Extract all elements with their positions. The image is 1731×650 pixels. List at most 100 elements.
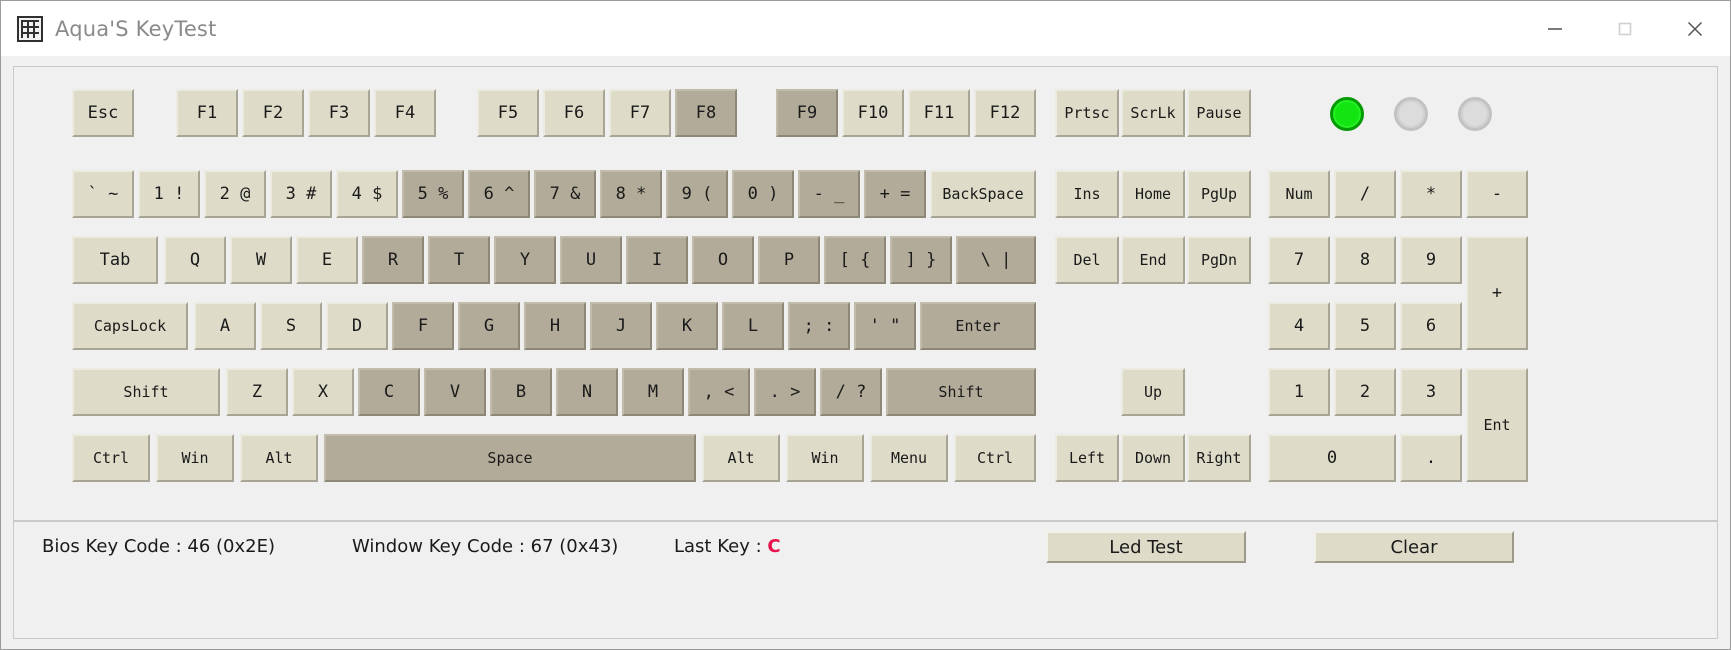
- key-f7[interactable]: F7: [609, 89, 671, 137]
- key-q[interactable]: Q: [164, 236, 226, 284]
- key-9[interactable]: 9: [1400, 236, 1462, 284]
- key-8[interactable]: 8 *: [600, 170, 662, 218]
- key-[interactable]: \ |: [956, 236, 1036, 284]
- key-g[interactable]: G: [458, 302, 520, 350]
- key-space[interactable]: Space: [324, 434, 696, 482]
- key-o[interactable]: O: [692, 236, 754, 284]
- key-d[interactable]: D: [326, 302, 388, 350]
- key-y[interactable]: Y: [494, 236, 556, 284]
- key-e[interactable]: E: [296, 236, 358, 284]
- key-7[interactable]: 7 &: [534, 170, 596, 218]
- key-f2[interactable]: F2: [242, 89, 304, 137]
- key-ctrl[interactable]: Ctrl: [954, 434, 1036, 482]
- key-[interactable]: ; :: [788, 302, 850, 350]
- key-z[interactable]: Z: [226, 368, 288, 416]
- key-p[interactable]: P: [758, 236, 820, 284]
- key-prtsc[interactable]: Prtsc: [1055, 89, 1119, 137]
- key-backspace[interactable]: BackSpace: [930, 170, 1036, 218]
- key-num[interactable]: Num: [1268, 170, 1330, 218]
- key-down[interactable]: Down: [1121, 434, 1185, 482]
- key-f[interactable]: F: [392, 302, 454, 350]
- key-del[interactable]: Del: [1055, 236, 1119, 284]
- key-u[interactable]: U: [560, 236, 622, 284]
- key-1[interactable]: 1 !: [138, 170, 200, 218]
- key-shift[interactable]: Shift: [72, 368, 220, 416]
- key-6[interactable]: 6 ^: [468, 170, 530, 218]
- clear-button[interactable]: Clear: [1314, 531, 1514, 563]
- minimize-icon[interactable]: [1520, 1, 1590, 56]
- key-f12[interactable]: F12: [974, 89, 1036, 137]
- key-win[interactable]: Win: [156, 434, 234, 482]
- key-f11[interactable]: F11: [908, 89, 970, 137]
- key-f5[interactable]: F5: [477, 89, 539, 137]
- key-home[interactable]: Home: [1121, 170, 1185, 218]
- key-x[interactable]: X: [292, 368, 354, 416]
- key-5[interactable]: 5: [1334, 302, 1396, 350]
- key-m[interactable]: M: [622, 368, 684, 416]
- key-[interactable]: + =: [864, 170, 926, 218]
- key-2[interactable]: 2 @: [204, 170, 266, 218]
- key-[interactable]: [ {: [824, 236, 886, 284]
- key-8[interactable]: 8: [1334, 236, 1396, 284]
- key-[interactable]: ' ": [854, 302, 916, 350]
- key-i[interactable]: I: [626, 236, 688, 284]
- key-up[interactable]: Up: [1121, 368, 1185, 416]
- key-ent[interactable]: Ent: [1466, 368, 1528, 482]
- key-menu[interactable]: Menu: [870, 434, 948, 482]
- led-test-button[interactable]: Led Test: [1046, 531, 1246, 563]
- key-right[interactable]: Right: [1187, 434, 1251, 482]
- key-v[interactable]: V: [424, 368, 486, 416]
- key-left[interactable]: Left: [1055, 434, 1119, 482]
- key-4[interactable]: 4 $: [336, 170, 398, 218]
- key-r[interactable]: R: [362, 236, 424, 284]
- key-3[interactable]: 3 #: [270, 170, 332, 218]
- key-l[interactable]: L: [722, 302, 784, 350]
- key-5[interactable]: 5 %: [402, 170, 464, 218]
- key-3[interactable]: 3: [1400, 368, 1462, 416]
- key-f9[interactable]: F9: [776, 89, 838, 137]
- key-6[interactable]: 6: [1400, 302, 1462, 350]
- key-f3[interactable]: F3: [308, 89, 370, 137]
- key-f4[interactable]: F4: [374, 89, 436, 137]
- key-[interactable]: .: [1400, 434, 1462, 482]
- key-k[interactable]: K: [656, 302, 718, 350]
- key-capslock[interactable]: CapsLock: [72, 302, 188, 350]
- key-[interactable]: -: [1466, 170, 1528, 218]
- key-f10[interactable]: F10: [842, 89, 904, 137]
- key-t[interactable]: T: [428, 236, 490, 284]
- key-f1[interactable]: F1: [176, 89, 238, 137]
- key-s[interactable]: S: [260, 302, 322, 350]
- key-shift[interactable]: Shift: [886, 368, 1036, 416]
- key-alt[interactable]: Alt: [702, 434, 780, 482]
- key-7[interactable]: 7: [1268, 236, 1330, 284]
- key-alt[interactable]: Alt: [240, 434, 318, 482]
- key-pgdn[interactable]: PgDn: [1187, 236, 1251, 284]
- key-2[interactable]: 2: [1334, 368, 1396, 416]
- key-[interactable]: ] }: [890, 236, 952, 284]
- key-ins[interactable]: Ins: [1055, 170, 1119, 218]
- key-[interactable]: / ?: [820, 368, 882, 416]
- key-tab[interactable]: Tab: [72, 236, 158, 284]
- key-enter[interactable]: Enter: [920, 302, 1036, 350]
- key-0[interactable]: 0 ): [732, 170, 794, 218]
- key-h[interactable]: H: [524, 302, 586, 350]
- key-[interactable]: , <: [688, 368, 750, 416]
- key-win[interactable]: Win: [786, 434, 864, 482]
- key-[interactable]: ` ~: [72, 170, 134, 218]
- key-4[interactable]: 4: [1268, 302, 1330, 350]
- key-[interactable]: - _: [798, 170, 860, 218]
- close-icon[interactable]: [1660, 1, 1730, 56]
- key-b[interactable]: B: [490, 368, 552, 416]
- key-j[interactable]: J: [590, 302, 652, 350]
- key-scrlk[interactable]: ScrLk: [1121, 89, 1185, 137]
- key-c[interactable]: C: [358, 368, 420, 416]
- key-0[interactable]: 0: [1268, 434, 1396, 482]
- maximize-icon[interactable]: [1590, 1, 1660, 56]
- key-n[interactable]: N: [556, 368, 618, 416]
- key-9[interactable]: 9 (: [666, 170, 728, 218]
- key-1[interactable]: 1: [1268, 368, 1330, 416]
- key-esc[interactable]: Esc: [72, 89, 134, 137]
- key-[interactable]: /: [1334, 170, 1396, 218]
- key-f8[interactable]: F8: [675, 89, 737, 137]
- key-f6[interactable]: F6: [543, 89, 605, 137]
